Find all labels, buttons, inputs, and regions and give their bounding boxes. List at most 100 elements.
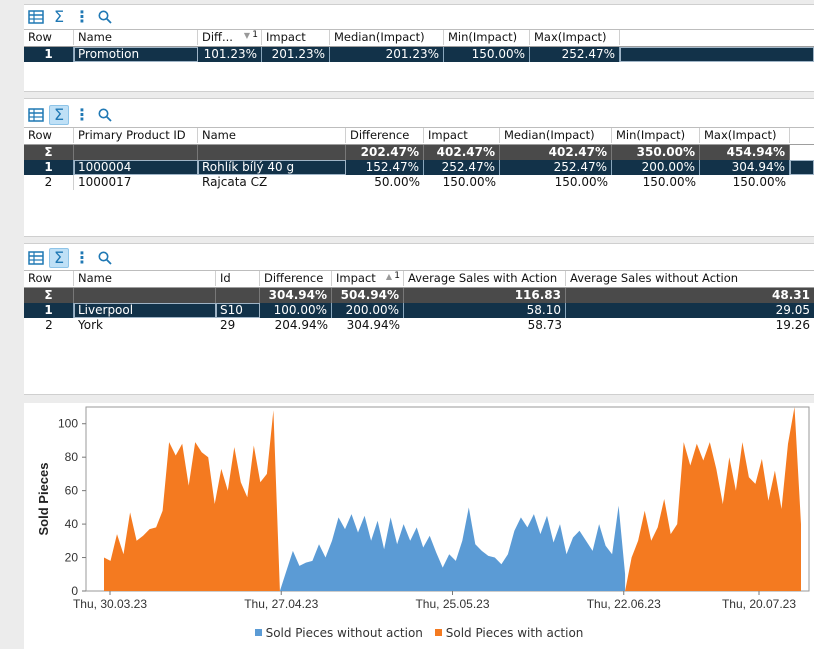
search-icon[interactable] [95,248,115,268]
col-row[interactable]: Row [24,128,74,143]
table-row[interactable]: 2 York 29 204.94% 304.94% 58.73 19.26 [24,318,814,333]
cell-max: 252.47% [530,47,620,62]
chart-legend: Sold Pieces without action Sold Pieces w… [24,625,814,640]
y-axis-label: Sold Pieces [36,463,51,536]
cell-name: Rajcata CZ [202,175,268,189]
cell-avg-without: 29.05 [775,303,810,317]
table-row[interactable]: 2 1000017 Rajcata CZ 50.00% 150.00% 150.… [24,175,814,190]
y-tick-label: 60 [65,484,79,498]
table-settings-icon[interactable] [26,7,46,27]
table-settings-icon[interactable] [26,248,46,268]
cell-impact: 304.94% [346,318,400,332]
sigma-icon[interactable]: Σ [49,105,69,125]
cell-row: Σ [24,288,74,303]
more-vert-icon[interactable]: ⋮ [72,7,92,27]
sort-arrow-icon: ▼ [243,31,250,40]
sold-pieces-chart: 0 20 40 60 80 100 Thu, 30.03.23 Thu, 27.04.23 Th… [36,406,810,611]
col-name[interactable]: Name [74,30,198,45]
col-name[interactable]: Name [198,128,346,143]
col-min-impact[interactable]: Min(Impact) [444,30,530,45]
table-row[interactable]: 1 1000004 Rohlík bílý 40 g 152.47% 252.4… [24,160,814,175]
legend-item-with[interactable]: Sold Pieces with action [433,626,586,640]
table1-header: Row Name Diff... ▼ 1 Impact Median(Impac… [24,29,814,47]
table3-header: Row Name Id Difference Impact ▲ 1 Averag… [24,270,814,288]
cell-difference: 202.47% [346,145,424,160]
col-max-impact[interactable]: Max(Impact) [700,128,790,143]
col-difference[interactable]: Difference [346,128,424,143]
cell-row: 2 [45,318,53,332]
table2-header: Row Primary Product ID Name Difference I… [24,127,814,145]
cell-filler [790,145,814,160]
x-tick-label: Thu, 25.05.23 [415,597,489,611]
sort-order: 1 [394,271,400,281]
cell-row: 2 [24,175,74,190]
col-min-impact[interactable]: Min(Impact) [612,128,700,143]
cell-difference: 204.94% [274,318,328,332]
cell-row: Σ [24,145,74,160]
cell-min: 350.00% [612,145,700,160]
cell-id: S10 [216,303,260,318]
x-tick-label: Thu, 27.04.23 [244,597,318,611]
cell-filler [790,160,814,175]
col-row[interactable]: Row [24,271,74,286]
legend-label-without: Sold Pieces without action [265,625,423,640]
col-impact[interactable]: Impact ▲ 1 [332,271,404,286]
col-diff[interactable]: Diff... ▼ 1 [198,30,262,45]
sum-row: Σ 202.47% 402.47% 402.47% 350.00% 454.94… [24,145,814,160]
col-primary-product-id[interactable]: Primary Product ID [74,128,198,143]
cell-name: Rohlík bílý 40 g [198,160,346,175]
sort-arrow-icon: ▲ [385,272,392,281]
sort-order: 1 [252,30,258,40]
col-max-impact[interactable]: Max(Impact) [530,30,620,45]
cell-pid: 1000017 [78,175,132,189]
col-avg-with-action[interactable]: Average Sales with Action [404,271,566,286]
y-tick-label: 0 [71,584,78,598]
promotion-panel: Σ ⋮ Row Name Diff... ▼ 1 Impact Median(I… [24,4,814,92]
y-tick-label: 20 [65,551,79,565]
col-impact[interactable]: Impact [424,128,500,143]
sigma-icon[interactable]: Σ [49,248,69,268]
col-median-impact[interactable]: Median(Impact) [330,30,444,45]
sigma-icon[interactable]: Σ [49,7,69,27]
col-impact-label: Impact [336,271,376,285]
more-vert-icon[interactable]: ⋮ [72,105,92,125]
col-row[interactable]: Row [24,30,74,45]
col-filler [790,128,814,143]
table-settings-icon[interactable] [26,105,46,125]
cell-avg-with: 58.10 [404,303,566,318]
cell-avg-with: 58.73 [527,318,562,332]
cell-impact: 252.47% [424,160,500,175]
chart-panel: 0 20 40 60 80 100 Thu, 30.03.23 Thu, 27.04.23 Th… [24,403,814,649]
col-median-impact[interactable]: Median(Impact) [500,128,612,143]
cell-median: 402.47% [500,145,612,160]
col-impact[interactable]: Impact [262,30,330,45]
cell-difference: 50.00% [374,175,420,189]
cell-row: 1 [24,303,74,318]
legend-item-without[interactable]: Sold Pieces without action [253,626,425,640]
search-icon[interactable] [95,7,115,27]
search-icon[interactable] [95,105,115,125]
toolbar-2: Σ ⋮ [24,103,814,127]
cell-avg-with: 116.83 [404,288,566,303]
col-avg-without-action[interactable]: Average Sales without Action [566,271,814,286]
table-row[interactable]: 1 Liverpool S10 100.00% 200.00% 58.10 29… [24,303,814,318]
table-row[interactable]: 1 Promotion 101.23% 201.23% 201.23% 150.… [24,47,814,62]
cell-median: 201.23% [330,47,444,62]
cell-pid [74,145,198,160]
cell-row: 1 [24,47,74,62]
legend-swatch-with [434,629,442,636]
col-difference[interactable]: Difference [260,271,332,286]
cell-id [216,288,260,303]
cell-max: 304.94% [700,160,790,175]
cell-median: 252.47% [500,160,612,175]
cell-name: Promotion [74,47,198,62]
x-tick-label: Thu, 30.03.23 [73,597,147,611]
more-vert-icon[interactable]: ⋮ [72,248,92,268]
cell-difference: 100.00% [260,303,332,318]
products-panel: Σ ⋮ Row Primary Product ID Name Differen… [24,98,814,237]
cell-filler [620,47,814,62]
col-name[interactable]: Name [74,271,216,286]
cell-avg-without: 48.31 [772,288,810,302]
col-id[interactable]: Id [216,271,260,286]
cell-impact: 201.23% [262,47,330,62]
